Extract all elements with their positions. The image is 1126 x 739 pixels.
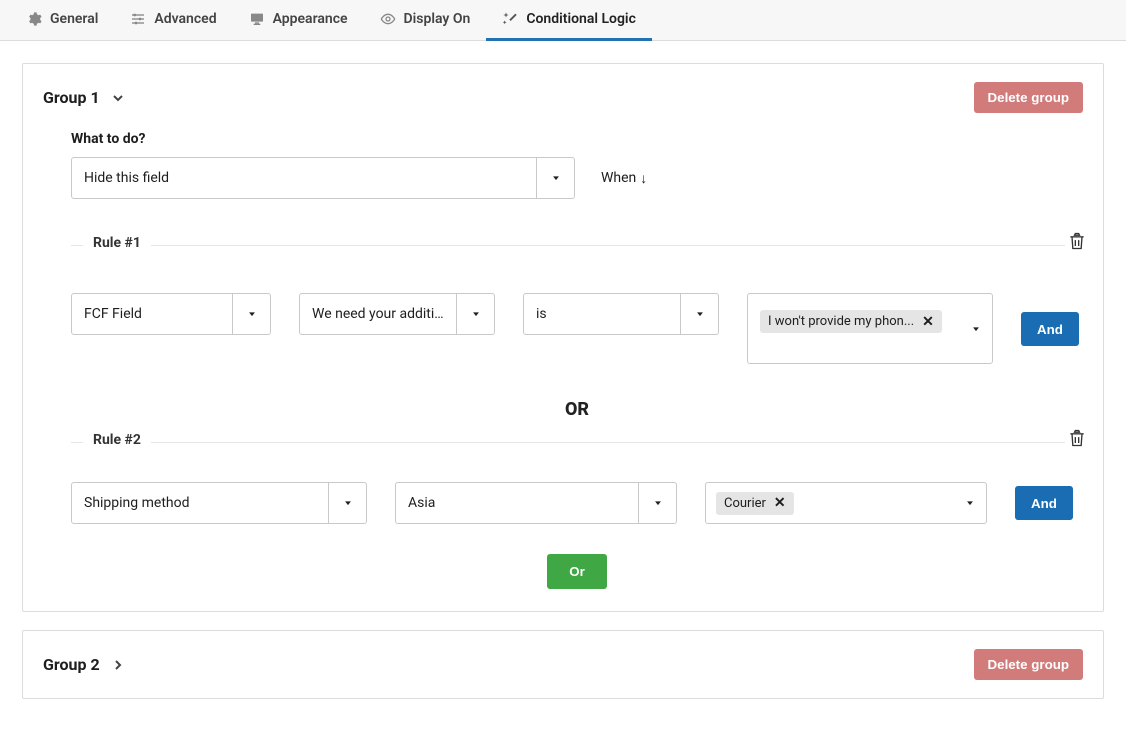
or-button[interactable]: Or: [547, 554, 607, 589]
caret-down-icon: [960, 294, 992, 363]
chevron-down-icon: [110, 90, 126, 106]
caret-down-icon: [536, 158, 574, 198]
rule-2: Rule #2 Shipping method Asia: [71, 432, 1083, 524]
group-2: Group 2 Delete group: [22, 630, 1104, 699]
group-title: Group 1: [43, 88, 100, 107]
tab-label: Display On: [404, 11, 471, 27]
or-separator: OR: [71, 399, 1083, 420]
or-button-row: Or: [71, 554, 1083, 589]
when-label: When ↓: [601, 170, 647, 187]
delete-rule-button[interactable]: [1065, 230, 1089, 256]
wand-icon: [502, 11, 518, 27]
group-header: Group 2 Delete group: [43, 649, 1083, 680]
arrow-down-icon: ↓: [640, 170, 647, 187]
tag-label: I won't provide my phon...: [768, 314, 914, 329]
caret-down-icon: [232, 294, 270, 334]
group-toggle[interactable]: Group 1: [43, 88, 126, 107]
tab-conditional-logic[interactable]: Conditional Logic: [486, 0, 652, 40]
rule-title: Rule #1: [83, 235, 151, 251]
gear-icon: [26, 11, 42, 27]
caret-down-icon: [954, 483, 986, 523]
delete-group-button[interactable]: Delete group: [974, 649, 1083, 680]
rule-row: Shipping method Asia Courier ✕: [71, 482, 1083, 524]
group-title: Group 2: [43, 655, 100, 674]
source-type-select[interactable]: Shipping method: [71, 482, 367, 524]
what-to-do-select[interactable]: Hide this field: [71, 157, 575, 199]
tab-general[interactable]: General: [10, 0, 114, 40]
group-toggle[interactable]: Group 2: [43, 655, 126, 674]
rule-divider: [71, 245, 1083, 246]
rule-row: FCF Field We need your addition... is I …: [71, 293, 1083, 365]
rule-divider: [71, 442, 1083, 443]
settings-tabbar: General Advanced Appearance Display On C…: [0, 0, 1126, 41]
remove-tag-button[interactable]: ✕: [774, 496, 786, 510]
tab-label: General: [50, 11, 98, 27]
value-multiselect[interactable]: Courier ✕: [705, 482, 987, 524]
group-1: Group 1 Delete group What to do? Hide th…: [22, 63, 1104, 612]
select-value: is: [524, 306, 680, 322]
select-value: FCF Field: [72, 306, 232, 322]
tab-label: Appearance: [273, 11, 348, 27]
caret-down-icon: [328, 483, 366, 523]
rule-1: Rule #1 FCF Field We need your addition.…: [71, 235, 1083, 365]
rule-title: Rule #2: [83, 432, 151, 448]
chevron-right-icon: [110, 657, 126, 673]
select-value: Hide this field: [72, 170, 536, 186]
eye-icon: [380, 11, 396, 27]
caret-down-icon: [456, 294, 494, 334]
field-select[interactable]: Asia: [395, 482, 677, 524]
monitor-icon: [249, 11, 265, 27]
selected-value-tag: I won't provide my phon... ✕: [760, 310, 942, 333]
tag-label: Courier: [724, 496, 766, 511]
selected-value-tag: Courier ✕: [716, 492, 794, 515]
what-to-do-row: Hide this field When ↓: [71, 157, 1083, 199]
and-button[interactable]: And: [1021, 312, 1079, 346]
source-type-select[interactable]: FCF Field: [71, 293, 271, 335]
group-header: Group 1 Delete group: [43, 82, 1083, 113]
caret-down-icon: [638, 483, 676, 523]
tab-label: Conditional Logic: [526, 11, 636, 27]
remove-tag-button[interactable]: ✕: [922, 315, 934, 329]
when-text: When: [601, 170, 636, 186]
tab-advanced[interactable]: Advanced: [114, 0, 232, 40]
content-area: Group 1 Delete group What to do? Hide th…: [0, 41, 1126, 739]
what-to-do-label: What to do?: [71, 131, 1083, 147]
and-button[interactable]: And: [1015, 486, 1073, 520]
sliders-icon: [130, 11, 146, 27]
tab-display-on[interactable]: Display On: [364, 0, 487, 40]
delete-group-button[interactable]: Delete group: [974, 82, 1083, 113]
tab-appearance[interactable]: Appearance: [233, 0, 364, 40]
select-value: Asia: [396, 495, 638, 511]
select-value: Shipping method: [72, 495, 328, 511]
and-wrap: And: [1021, 293, 1079, 365]
delete-rule-button[interactable]: [1065, 427, 1089, 453]
caret-down-icon: [680, 294, 718, 334]
value-multiselect[interactable]: I won't provide my phon... ✕: [747, 293, 993, 364]
operator-select[interactable]: is: [523, 293, 719, 335]
tab-label: Advanced: [154, 11, 216, 27]
group-body: What to do? Hide this field When ↓ Rule …: [43, 131, 1083, 589]
field-select[interactable]: We need your addition...: [299, 293, 495, 335]
select-value: We need your addition...: [300, 306, 456, 322]
